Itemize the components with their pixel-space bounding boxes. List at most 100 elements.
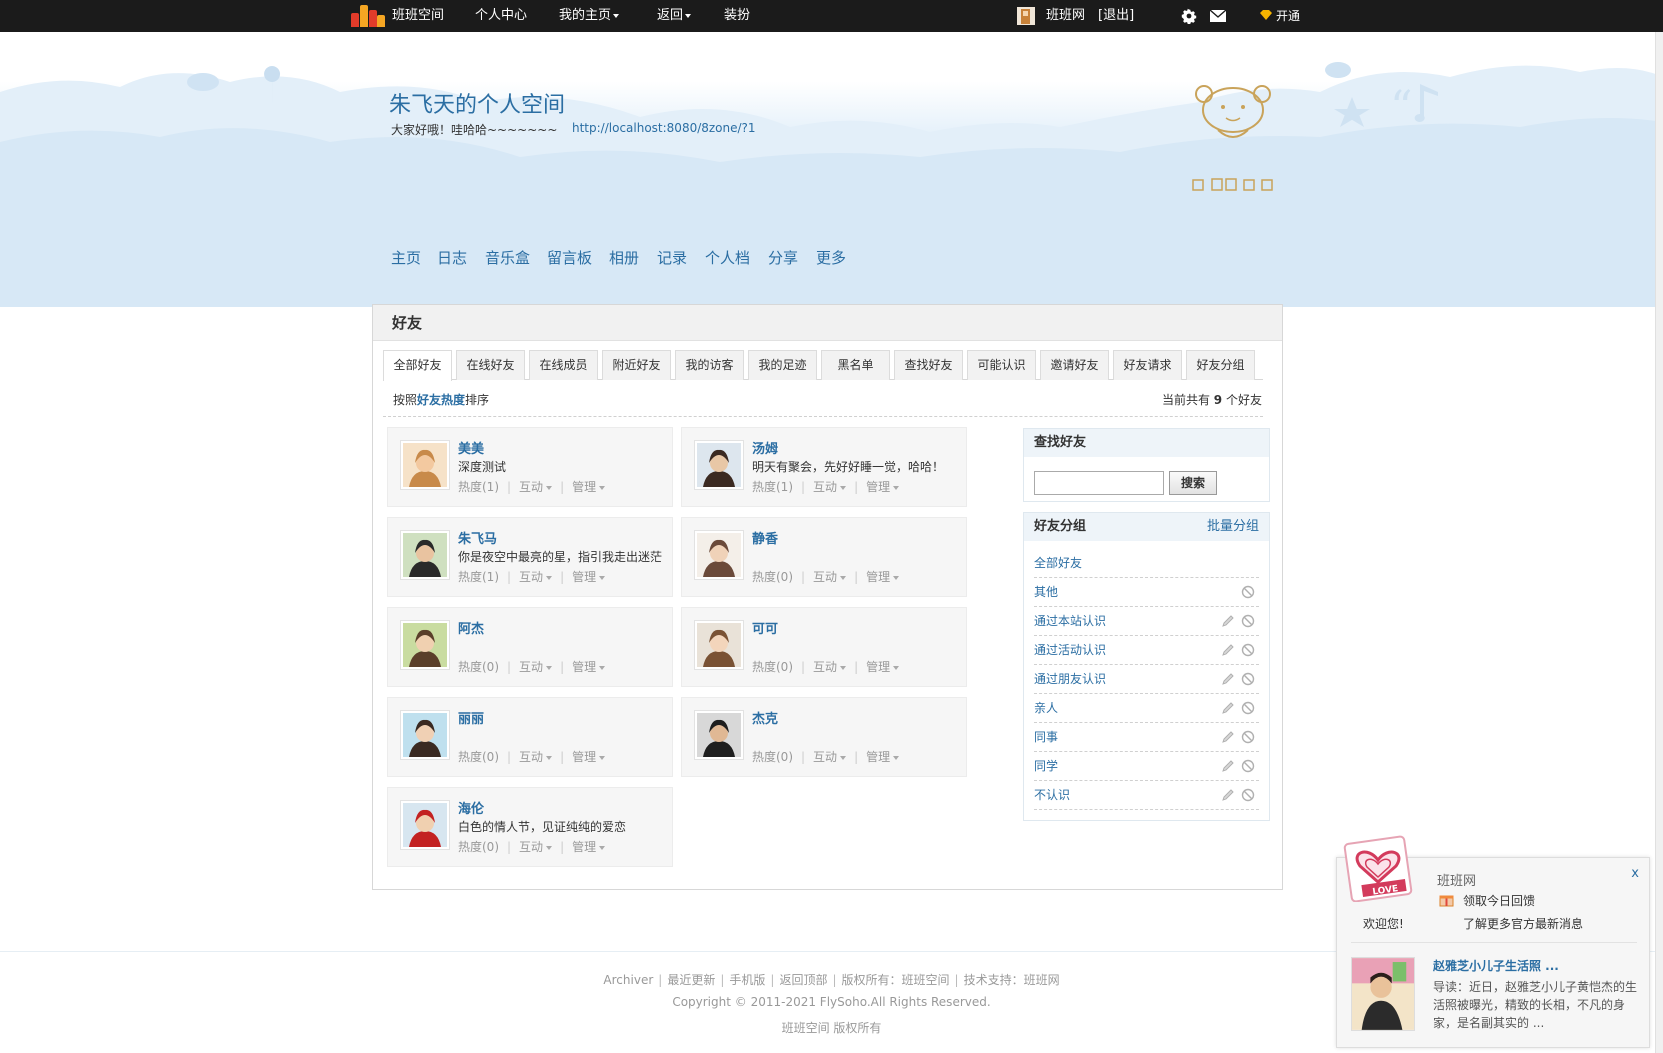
delete-icon[interactable]: [1241, 759, 1255, 773]
nav-item-album[interactable]: 相册: [609, 247, 639, 268]
space-title[interactable]: 朱飞天的个人空间: [389, 87, 565, 119]
tab-online-friends[interactable]: 在线好友: [456, 350, 525, 380]
group-name-link[interactable]: 同学: [1034, 757, 1058, 774]
search-button[interactable]: 搜索: [1169, 471, 1217, 495]
manage-menu[interactable]: 管理: [572, 570, 606, 584]
nav-item-records[interactable]: 记录: [657, 247, 687, 268]
tab-all-friends[interactable]: 全部好友: [383, 350, 452, 381]
tab-nearby-friends[interactable]: 附近好友: [602, 350, 671, 380]
tab-invite-friends[interactable]: 邀请好友: [1040, 350, 1109, 380]
delete-icon[interactable]: [1241, 730, 1255, 744]
back-menu[interactable]: 返回: [657, 0, 692, 32]
manage-menu[interactable]: 管理: [572, 660, 606, 674]
music-player-icon[interactable]: [1190, 82, 1276, 194]
daily-gift-link[interactable]: 领取今日回馈: [1463, 892, 1535, 909]
manage-menu[interactable]: 管理: [572, 840, 606, 854]
tab-find-friends[interactable]: 查找好友: [894, 350, 963, 380]
footer-link-recent[interactable]: 最近更新: [667, 973, 715, 987]
friend-avatar[interactable]: [400, 530, 450, 580]
manage-menu[interactable]: 管理: [866, 750, 900, 764]
tab-my-visitors[interactable]: 我的访客: [675, 350, 744, 380]
friend-avatar[interactable]: [400, 440, 450, 490]
friend-avatar[interactable]: [400, 620, 450, 670]
nav-item-profile[interactable]: 个人档: [705, 247, 750, 268]
logout-link[interactable]: [退出]: [1098, 0, 1134, 32]
interact-menu[interactable]: 互动: [813, 750, 847, 764]
pencil-icon[interactable]: [1221, 614, 1235, 628]
delete-icon[interactable]: [1241, 614, 1255, 628]
interact-menu[interactable]: 互动: [813, 660, 847, 674]
delete-icon[interactable]: [1241, 701, 1255, 715]
friend-avatar[interactable]: [694, 620, 744, 670]
friend-avatar[interactable]: [694, 710, 744, 760]
friend-avatar[interactable]: [400, 710, 450, 760]
footer-link-copyright[interactable]: 版权所有：班班空间: [842, 973, 950, 987]
my-home-menu[interactable]: 我的主页: [559, 0, 620, 32]
interact-menu[interactable]: 互动: [519, 570, 553, 584]
interact-menu[interactable]: 互动: [813, 570, 847, 584]
footer-link-support[interactable]: 技术支持：班班网: [964, 973, 1060, 987]
personal-center-link[interactable]: 个人中心: [475, 0, 527, 32]
manage-menu[interactable]: 管理: [866, 660, 900, 674]
user-site-link[interactable]: 班班网: [1046, 0, 1085, 32]
tab-my-footprints[interactable]: 我的足迹: [748, 350, 817, 380]
site-name-link[interactable]: 班班空间: [392, 0, 444, 32]
group-name-link[interactable]: 全部好友: [1034, 554, 1082, 571]
friend-avatar[interactable]: [400, 800, 450, 850]
friend-name[interactable]: 丽丽: [458, 708, 484, 727]
delete-icon[interactable]: [1241, 585, 1255, 599]
official-news-link[interactable]: 了解更多官方最新消息: [1463, 915, 1583, 932]
gear-icon[interactable]: [1181, 8, 1197, 24]
footer-link-archiver[interactable]: Archiver: [603, 973, 653, 987]
friend-avatar[interactable]: [694, 530, 744, 580]
group-name-link[interactable]: 通过朋友认识: [1034, 670, 1106, 687]
close-icon[interactable]: x: [1631, 866, 1639, 881]
pencil-icon[interactable]: [1221, 643, 1235, 657]
pencil-icon[interactable]: [1221, 788, 1235, 802]
delete-icon[interactable]: [1241, 672, 1255, 686]
interact-menu[interactable]: 互动: [519, 840, 553, 854]
nav-item-share[interactable]: 分享: [768, 247, 798, 268]
friend-avatar[interactable]: [694, 440, 744, 490]
tab-friend-requests[interactable]: 好友请求: [1113, 350, 1182, 380]
interact-menu[interactable]: 互动: [813, 480, 847, 494]
tab-blacklist[interactable]: 黑名单: [821, 350, 890, 380]
open-vip-link[interactable]: 开通: [1276, 0, 1300, 32]
footer-link-top[interactable]: 返回顶部: [779, 973, 827, 987]
pencil-icon[interactable]: [1221, 701, 1235, 715]
manage-menu[interactable]: 管理: [572, 480, 606, 494]
friend-name[interactable]: 静香: [752, 528, 778, 547]
tab-online-members[interactable]: 在线成员: [529, 350, 598, 380]
pencil-icon[interactable]: [1221, 730, 1235, 744]
tab-may-know[interactable]: 可能认识: [967, 350, 1036, 380]
friend-name[interactable]: 汤姆: [752, 438, 778, 457]
group-name-link[interactable]: 同事: [1034, 728, 1058, 745]
friend-name[interactable]: 阿杰: [458, 618, 484, 637]
tab-friend-groups[interactable]: 好友分组: [1186, 350, 1255, 380]
batch-group-link[interactable]: 批量分组: [1207, 513, 1259, 541]
friend-name[interactable]: 朱飞马: [458, 528, 497, 547]
pencil-icon[interactable]: [1221, 759, 1235, 773]
friend-name[interactable]: 美美: [458, 438, 484, 457]
news-photo[interactable]: [1351, 957, 1415, 1031]
nav-item-guestbook[interactable]: 留言板: [547, 247, 592, 268]
space-url-link[interactable]: http://localhost:8080/8zone/?1: [572, 121, 756, 135]
nav-item-home[interactable]: 主页: [391, 247, 421, 268]
interact-menu[interactable]: 互动: [519, 750, 553, 764]
group-name-link[interactable]: 通过本站认识: [1034, 612, 1106, 629]
interact-menu[interactable]: 互动: [519, 480, 553, 494]
manage-menu[interactable]: 管理: [866, 570, 900, 584]
friend-name[interactable]: 杰克: [752, 708, 778, 727]
site-logo-icon[interactable]: [351, 5, 385, 27]
interact-menu[interactable]: 互动: [519, 660, 553, 674]
delete-icon[interactable]: [1241, 788, 1255, 802]
dress-up-link[interactable]: 装扮: [724, 0, 750, 32]
friend-name[interactable]: 可可: [752, 618, 778, 637]
scrollbar[interactable]: [1655, 32, 1663, 1053]
group-name-link[interactable]: 亲人: [1034, 699, 1058, 716]
group-name-link[interactable]: 不认识: [1034, 786, 1070, 803]
nav-item-music[interactable]: 音乐盒: [485, 247, 530, 268]
delete-icon[interactable]: [1241, 643, 1255, 657]
nav-item-more[interactable]: 更多: [816, 247, 846, 268]
pencil-icon[interactable]: [1221, 672, 1235, 686]
